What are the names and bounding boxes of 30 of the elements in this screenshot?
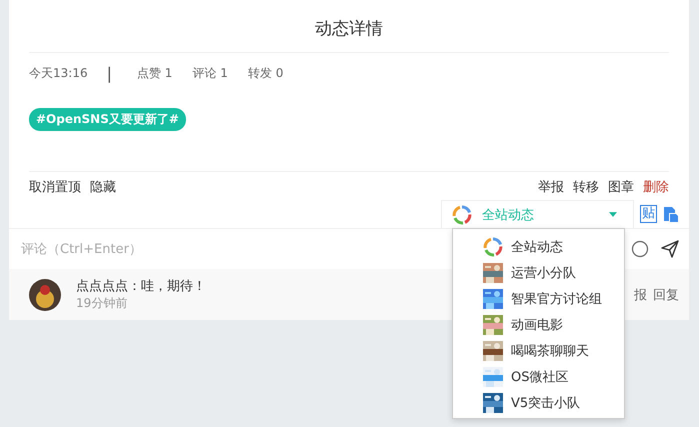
emoji-icon[interactable]: [631, 240, 649, 258]
action-link[interactable]: 隐藏: [90, 178, 116, 196]
avatar-icon: [29, 278, 61, 310]
comment-text: 点点点点：哇，期待！: [76, 278, 206, 295]
share-badge-icon[interactable]: 贴: [640, 205, 657, 223]
send-icon[interactable]: [661, 240, 679, 258]
menu-item[interactable]: 动画电影: [453, 312, 624, 338]
menu-item[interactable]: 智果官方讨论组: [453, 286, 624, 312]
caret-icon: [609, 212, 617, 217]
post-time: 今天13:16: [29, 64, 88, 82]
page-title: 动态详情: [314, 18, 384, 41]
ring-icon: [452, 204, 472, 224]
menu-item[interactable]: 喝喝茶聊聊天: [453, 338, 624, 364]
ring-icon: [483, 237, 503, 257]
separator-text: |: [106, 64, 112, 82]
comment-action-link[interactable]: 报: [634, 286, 647, 304]
comment-action-link[interactable]: 回复: [653, 286, 679, 304]
stat-count: 转发 0: [248, 64, 284, 82]
menu-item[interactable]: V5突击小队: [453, 390, 624, 416]
copy-icon[interactable]: [663, 206, 679, 222]
action-link[interactable]: 图章: [608, 178, 634, 196]
action-link[interactable]: 删除: [643, 178, 669, 196]
action-link[interactable]: 举报: [538, 178, 564, 196]
action-link[interactable]: 转移: [573, 178, 599, 196]
stat-count: 评论 1: [192, 64, 228, 82]
stat-count: 点赞 1: [136, 64, 172, 82]
menu-item[interactable]: 运营小分队: [453, 260, 624, 286]
action-link[interactable]: 取消置顶: [29, 178, 81, 196]
comment-time: 19分钟前: [76, 295, 128, 312]
menu-item[interactable]: OS微社区: [453, 364, 624, 390]
